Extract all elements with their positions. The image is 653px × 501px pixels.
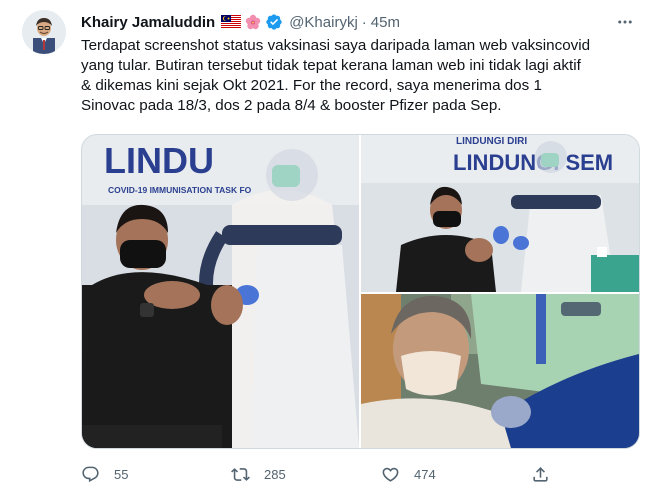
avatar[interactable] [22,10,66,54]
reply-button[interactable]: 55 [81,465,231,484]
tweet-text-line: yang tular. Butiran tersebut tidak tepat… [81,57,581,74]
photo-vaccination-1[interactable]: LINDU COVID-19 IMMUNISATION TASK FO [82,135,359,448]
tweet: Khairy Jamaluddin @Khairykj · 45m Terdap… [0,0,653,501]
retweet-button[interactable]: 285 [231,465,381,484]
photo2-banner-text: LINDUNGI SEM [453,150,613,175]
tweet-text-line: & dikemas kini sejak Okt 2021. For the r… [81,77,542,94]
tweet-text-line: Terdapat screenshot status vaksinasi say… [81,37,591,54]
photo-vaccination-2[interactable]: LINDUNGI DIRI LINDUNGI SEM [361,135,639,292]
tweet-header: Khairy Jamaluddin @Khairykj · 45m [81,11,633,33]
avatar-illustration [22,10,66,54]
tweet-actions: 55 285 474 [81,462,561,486]
reply-icon [82,466,99,482]
timestamp[interactable]: 45m [371,14,400,31]
more-options-icon[interactable] [613,10,637,34]
retweet-count: 285 [264,466,286,482]
heart-icon [382,467,399,482]
author-name[interactable]: Khairy Jamaluddin [81,14,215,31]
reply-count: 55 [114,466,129,482]
share-icon [533,466,548,482]
verified-badge-icon [265,13,283,31]
tweet-text: Terdapat screenshot status vaksinasi say… [81,36,633,116]
share-button[interactable] [531,465,550,484]
tweet-text-line: Sinovac pada 18/3, dos 2 pada 8/4 & boos… [81,97,502,114]
photo2-banner-top: LINDUNGI DIRI [456,136,527,147]
media-grid: LINDU COVID-19 IMMUNISATION TASK FO LIND… [81,134,640,449]
separator-dot: · [361,13,367,31]
retweet-icon [231,467,250,481]
like-button[interactable]: 474 [381,465,531,484]
hibiscus-icon [245,14,261,30]
photo1-banner-text: LINDU [104,140,214,181]
like-count: 474 [414,466,436,482]
malaysia-flag-icon [221,15,242,29]
photo1-banner-sub: COVID-19 IMMUNISATION TASK FO [108,185,252,195]
photo-vaccination-3[interactable] [361,294,639,448]
author-handle[interactable]: @Khairykj [289,14,358,31]
